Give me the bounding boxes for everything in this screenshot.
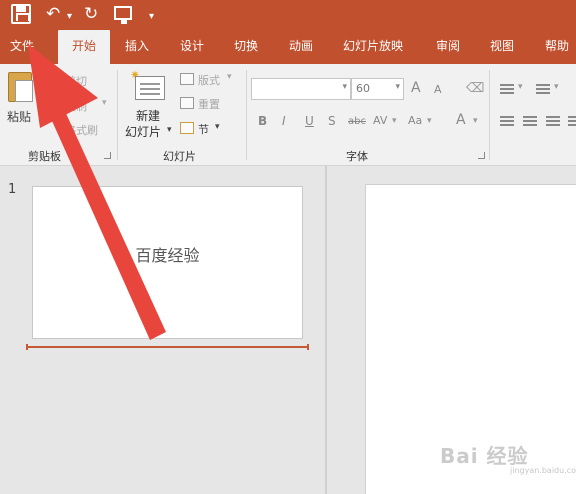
numbering-icon[interactable] <box>536 84 550 94</box>
clear-formatting-icon[interactable]: ⌫ <box>466 81 484 96</box>
new-slide-label-1[interactable]: 新建 <box>136 107 160 124</box>
tab-animations[interactable]: 动画 <box>289 30 313 64</box>
undo-icon[interactable]: ↶ <box>46 3 60 25</box>
font-size-dropdown-icon[interactable]: ▾ <box>395 82 400 92</box>
layout-dropdown-icon[interactable]: ▾ <box>227 72 232 82</box>
char-spacing-dropdown-icon[interactable]: ▾ <box>392 116 397 126</box>
tab-home[interactable]: 开始 <box>58 30 110 64</box>
section-dropdown-icon[interactable]: ▾ <box>215 122 220 132</box>
tab-review[interactable]: 审阅 <box>436 30 460 64</box>
paste-button[interactable]: 粘贴 <box>7 108 31 125</box>
tab-help[interactable]: 帮助 <box>545 30 569 64</box>
insertion-marker <box>26 344 309 350</box>
tab-slideshow[interactable]: 幻灯片放映 <box>343 30 403 64</box>
font-size-value: 60 <box>356 82 370 95</box>
paste-icon[interactable] <box>8 72 33 102</box>
new-slide-icon[interactable] <box>135 76 165 100</box>
shrink-font-button[interactable]: A <box>434 83 442 96</box>
reset-button[interactable]: 重置 <box>198 96 220 112</box>
layout-button[interactable]: 版式 <box>198 72 220 88</box>
tab-file[interactable]: 文件 <box>10 30 34 64</box>
bullets-dropdown-icon[interactable]: ▾ <box>518 82 523 92</box>
slide-thumbnail[interactable]: 百度经验 <box>32 186 303 339</box>
align-center-icon[interactable] <box>523 116 537 126</box>
change-case-dropdown-icon[interactable]: ▾ <box>427 116 432 126</box>
group-divider <box>489 70 490 160</box>
tab-view[interactable]: 视图 <box>490 30 514 64</box>
change-case-button[interactable]: Aa <box>408 114 422 127</box>
font-size-input[interactable]: 60 ▾ <box>351 78 404 100</box>
align-right-icon[interactable] <box>546 116 560 126</box>
ribbon: 粘贴 ✂ 剪切 复制 ▾ 格式刷 剪贴板 ✷ 新建 幻灯片 ▾ 版式 ▾ 重置 … <box>0 64 576 166</box>
font-launcher-icon[interactable] <box>478 152 485 159</box>
char-spacing-button[interactable]: AV <box>373 114 387 127</box>
group-divider <box>117 70 118 160</box>
new-slide-dropdown-icon[interactable]: ▾ <box>167 125 172 135</box>
section-icon <box>180 122 194 134</box>
shadow-button[interactable]: S <box>328 114 336 128</box>
ribbon-tabs: 文件 开始 插入 设计 切换 动画 幻灯片放映 审阅 视图 帮助 <box>0 30 576 64</box>
save-icon[interactable] <box>11 4 31 24</box>
slide-thumbnail-text: 百度经验 <box>135 246 200 265</box>
watermark-url: jingyan.baidu.com <box>510 466 576 475</box>
justify-icon[interactable] <box>568 116 576 126</box>
tab-transitions[interactable]: 切换 <box>234 30 258 64</box>
numbering-dropdown-icon[interactable]: ▾ <box>554 82 559 92</box>
layout-icon <box>180 73 194 85</box>
present-from-start-icon[interactable] <box>114 6 132 24</box>
align-left-icon[interactable] <box>500 116 514 126</box>
new-slide-label-2[interactable]: 幻灯片 <box>125 123 161 140</box>
bullets-icon[interactable] <box>500 84 514 94</box>
cut-icon: ✂ <box>48 73 58 86</box>
grow-font-button[interactable]: A <box>411 80 421 96</box>
customize-quick-access-icon[interactable]: ▾ <box>149 6 154 28</box>
slides-group-label: 幻灯片 <box>163 150 196 163</box>
redo-icon[interactable]: ↻ <box>84 3 98 25</box>
reset-icon <box>180 97 194 109</box>
italic-button[interactable]: I <box>282 114 286 128</box>
clipboard-group-label: 剪贴板 <box>28 150 61 163</box>
group-divider <box>246 70 247 160</box>
watermark-logo: Bai 经验 <box>440 444 529 468</box>
font-group-label: 字体 <box>346 150 368 163</box>
title-bar: ↶ ▾ ↻ ▾ <box>0 0 576 30</box>
undo-dropdown-icon[interactable]: ▾ <box>67 6 72 28</box>
underline-button[interactable]: U <box>305 114 314 128</box>
font-color-dropdown-icon[interactable]: ▾ <box>473 116 478 126</box>
bold-button[interactable]: B <box>258 114 267 128</box>
cut-button[interactable]: 剪切 <box>65 73 87 89</box>
clipboard-launcher-icon[interactable] <box>104 152 111 159</box>
tab-insert[interactable]: 插入 <box>125 30 149 64</box>
section-button[interactable]: 节 <box>198 121 209 137</box>
format-painter-button[interactable]: 格式刷 <box>65 122 98 138</box>
font-name-input[interactable]: ▾ <box>251 78 351 100</box>
strikethrough-button[interactable]: abc <box>348 116 366 127</box>
font-name-dropdown-icon[interactable]: ▾ <box>342 82 347 92</box>
copy-button[interactable]: 复制 <box>65 98 87 114</box>
copy-dropdown-icon[interactable]: ▾ <box>102 98 107 108</box>
font-color-button[interactable]: A <box>456 112 466 128</box>
slide-number: 1 <box>8 182 17 197</box>
tab-design[interactable]: 设计 <box>180 30 204 64</box>
